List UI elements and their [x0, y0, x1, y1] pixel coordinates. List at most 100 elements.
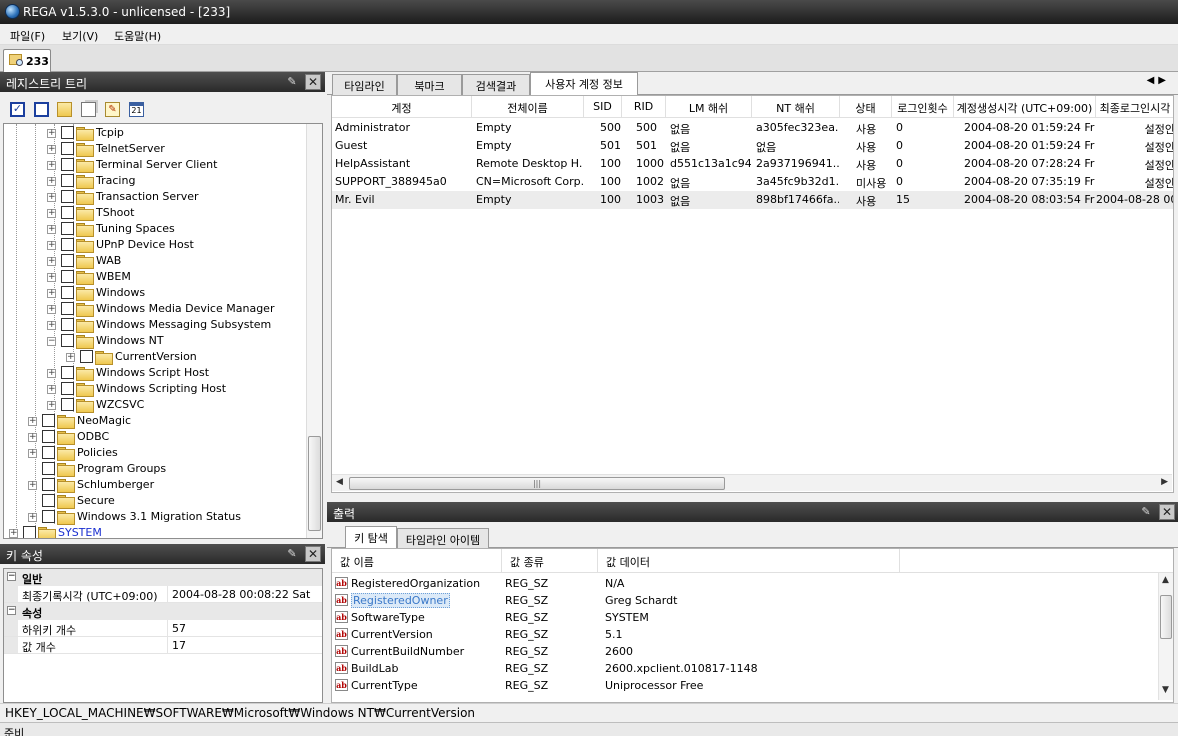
tree-checkbox[interactable] [61, 190, 74, 203]
tree-checkbox[interactable] [61, 334, 74, 347]
value-row[interactable]: ab CurrentBuildNumber REG_SZ 2600 [332, 643, 1158, 660]
column-header-value-name[interactable]: 값 이름 [332, 549, 502, 573]
tab-scroll-arrows-icon[interactable]: ◀▶ [1147, 75, 1170, 86]
calendar-icon[interactable]: 21 [129, 102, 144, 117]
tree-item[interactable]: + Tuning Spaces [4, 221, 304, 237]
menu-help[interactable]: 도움말(H) [114, 28, 161, 44]
close-properties-button[interactable]: ✕ [305, 546, 321, 562]
tree-checkbox[interactable] [61, 318, 74, 331]
expand-toggle-icon[interactable]: − [47, 337, 56, 346]
expand-toggle-icon[interactable]: + [47, 257, 56, 266]
tree-checkbox[interactable] [61, 254, 74, 267]
tree-item[interactable]: + WZCSVC [4, 397, 304, 413]
tree-item[interactable]: + WAB [4, 253, 304, 269]
column-header-value-data[interactable]: 값 데이터 [598, 549, 900, 573]
tree-checkbox[interactable] [42, 494, 55, 507]
table-row[interactable]: Mr. Evil Empty 1003 1003 없음 898bf17466fa... 사용… [332, 191, 1173, 209]
check-all-icon[interactable]: ✓ [10, 102, 25, 117]
collapse-icon[interactable]: − [7, 606, 16, 615]
tree-item[interactable]: + Transaction Server [4, 189, 304, 205]
value-list-scroll-thumb[interactable] [1160, 595, 1172, 639]
tree-checkbox[interactable] [42, 430, 55, 443]
tree-checkbox[interactable] [61, 126, 74, 139]
expand-toggle-icon[interactable]: + [47, 369, 56, 378]
expand-toggle-icon[interactable]: + [47, 161, 56, 170]
tree-item[interactable]: + SYSTEM [4, 525, 304, 538]
tab-user-accounts[interactable]: 사용자 계정 정보 [530, 72, 638, 96]
tree-checkbox[interactable] [61, 286, 74, 299]
expand-toggle-icon[interactable]: + [47, 129, 56, 138]
tree-checkbox[interactable] [23, 526, 36, 538]
tree-checkbox[interactable] [80, 350, 93, 363]
scroll-left-icon[interactable]: ◀ [336, 477, 343, 487]
value-row[interactable]: ab RegisteredOwner REG_SZ Greg Schardt [332, 592, 1158, 609]
tree-item[interactable]: + Windows [4, 285, 304, 301]
property-group-general[interactable]: − 일반 [4, 569, 322, 586]
property-row[interactable]: 값 개수 17 [4, 637, 322, 654]
value-row[interactable]: ab BuildLab REG_SZ 2600.xpclient.010817-114… [332, 660, 1158, 677]
uncheck-all-icon[interactable] [34, 102, 49, 117]
tree-checkbox[interactable] [61, 206, 74, 219]
tree-checkbox[interactable] [42, 462, 55, 475]
accounts-horizontal-scrollbar[interactable]: ◀ ||| ▶ [332, 474, 1172, 491]
expand-toggle-icon[interactable]: + [47, 225, 56, 234]
column-header-value-type[interactable]: 값 종류 [502, 549, 598, 573]
tree-item[interactable]: + NeoMagic [4, 413, 304, 429]
tree-checkbox[interactable] [61, 222, 74, 235]
tree-item[interactable]: − Windows NT [4, 333, 304, 349]
tree-item[interactable]: + TShoot [4, 205, 304, 221]
document-tab-233[interactable]: 233 [3, 49, 51, 72]
tree-item[interactable]: + UPnP Device Host [4, 237, 304, 253]
value-list-vertical-scrollbar[interactable]: ▲ ▼ [1158, 573, 1173, 700]
expand-toggle-icon[interactable]: + [28, 433, 37, 442]
tree-checkbox[interactable] [61, 174, 74, 187]
column-header[interactable]: 계정생성시각 (UTC+09:00) [954, 96, 1096, 118]
user-accounts-table[interactable]: 계정 전체이름 SID RID LM 해쉬 NT 해쉬 상태 로그인횟수 계정생성시각 (UTC… [331, 95, 1174, 493]
tab-search-results[interactable]: 검색결과 [462, 74, 530, 95]
expand-toggle-icon[interactable]: + [47, 241, 56, 250]
tree-checkbox[interactable] [61, 398, 74, 411]
expand-toggle-icon[interactable]: + [47, 145, 56, 154]
value-row[interactable]: ab CurrentType REG_SZ Uniprocessor Free [332, 677, 1158, 694]
expand-toggle-icon[interactable]: + [28, 513, 37, 522]
tree-checkbox[interactable] [42, 478, 55, 491]
open-folder-icon[interactable] [57, 102, 72, 117]
edit-icon[interactable]: ✎ [105, 102, 120, 117]
menu-view[interactable]: 보기(V) [62, 28, 98, 44]
expand-toggle-icon[interactable]: + [47, 401, 56, 410]
tree-checkbox[interactable] [42, 510, 55, 523]
expand-toggle-icon[interactable]: + [28, 417, 37, 426]
collapse-icon[interactable]: − [7, 572, 16, 581]
expand-toggle-icon[interactable]: + [47, 305, 56, 314]
expand-toggle-icon[interactable]: + [47, 385, 56, 394]
expand-toggle-icon[interactable]: + [47, 209, 56, 218]
expand-toggle-icon[interactable]: + [47, 273, 56, 282]
tab-bookmarks[interactable]: 북마크 [397, 74, 462, 95]
column-header[interactable]: RID [622, 96, 666, 118]
expand-toggle-icon[interactable]: + [47, 193, 56, 202]
tree-item[interactable]: + Policies [4, 445, 304, 461]
tree-item[interactable]: + CurrentVersion [4, 349, 304, 365]
scroll-right-icon[interactable]: ▶ [1161, 477, 1168, 487]
registry-tree[interactable]: + Tcpip + TelnetServer + Terminal Server Clie… [3, 123, 323, 539]
tree-item[interactable]: + Windows Script Host [4, 365, 304, 381]
tree-item[interactable]: + Windows Scripting Host [4, 381, 304, 397]
expand-toggle-icon[interactable]: + [66, 353, 75, 362]
copy-icon[interactable] [81, 102, 96, 117]
tree-item[interactable]: Program Groups [4, 461, 304, 477]
expand-toggle-icon[interactable]: + [28, 481, 37, 490]
expand-toggle-icon[interactable]: + [47, 321, 56, 330]
expand-toggle-icon[interactable]: + [47, 177, 56, 186]
tree-item[interactable]: + Windows Messaging Subsystem [4, 317, 304, 333]
column-header[interactable]: 계정 [332, 96, 472, 118]
close-output-button[interactable]: ✕ [1159, 504, 1175, 520]
table-row[interactable]: Administrator Empty 500 500 없음 a305fec323ea..… [332, 119, 1173, 137]
value-row[interactable]: ab CurrentVersion REG_SZ 5.1 [332, 626, 1158, 643]
value-list[interactable]: 값 이름 값 종류 값 데이터 ab RegisteredOrganization… [331, 548, 1174, 703]
column-header[interactable]: 상태 [840, 96, 892, 118]
close-tree-panel-button[interactable]: ✕ [305, 74, 321, 90]
tree-scroll-thumb[interactable] [308, 436, 321, 531]
tab-timeline-items[interactable]: 타임라인 아이템 [397, 528, 489, 548]
expand-toggle-icon[interactable]: + [28, 449, 37, 458]
tree-item[interactable]: + Windows 3.1 Migration Status [4, 509, 304, 525]
